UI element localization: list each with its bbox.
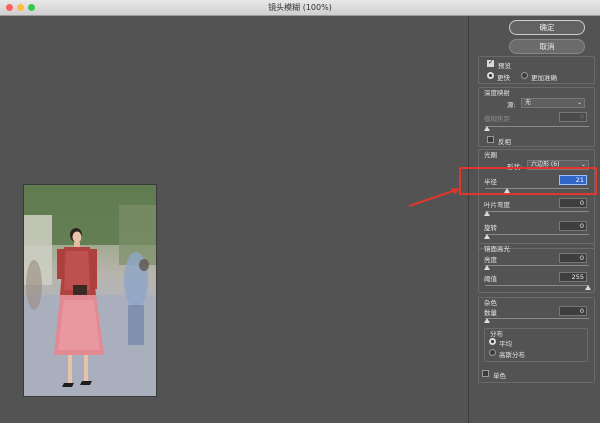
preview-photo-drawing xyxy=(24,185,156,396)
amount-thumb[interactable] xyxy=(484,318,490,323)
rotation-input[interactable]: 0 xyxy=(559,221,587,231)
blade-curvature-input[interactable]: 0 xyxy=(559,198,587,208)
annotation-arrow-icon xyxy=(408,188,460,207)
blur-focal-slider[interactable] xyxy=(485,126,589,127)
radio-faster[interactable] xyxy=(487,72,494,79)
preview-photo[interactable] xyxy=(23,184,157,397)
rotation-slider[interactable] xyxy=(485,234,589,235)
blade-curvature-label: 叶片弯度 xyxy=(484,201,510,209)
preview-label: 预览 xyxy=(498,62,511,70)
brightness-label: 亮度 xyxy=(484,256,497,264)
cancel-button[interactable]: 取消 xyxy=(509,39,585,54)
threshold-input[interactable]: 255 xyxy=(559,272,587,282)
threshold-label: 阈值 xyxy=(484,275,497,283)
monochromatic-checkbox[interactable] xyxy=(482,370,489,377)
radio-faster-label: 更快 xyxy=(497,74,510,82)
threshold-slider[interactable] xyxy=(485,285,589,286)
radio-uniform[interactable] xyxy=(489,338,496,345)
preview-section: 预览 更快 更加准确 xyxy=(478,56,595,84)
blade-curvature-thumb[interactable] xyxy=(484,211,490,216)
amount-label: 数量 xyxy=(484,309,497,317)
brightness-input[interactable]: 0 xyxy=(559,253,587,263)
blur-focal-input[interactable]: 0 xyxy=(559,112,587,122)
threshold-thumb[interactable] xyxy=(585,285,591,290)
distribution-group: 分布 平均 高斯分布 xyxy=(484,328,588,362)
noise-title: 杂色 xyxy=(484,299,497,307)
dropdown-arrow-icon: ⌄ xyxy=(576,99,582,106)
radio-more-accurate-label: 更加准确 xyxy=(531,74,557,82)
radio-gaussian-label: 高斯分布 xyxy=(499,351,525,359)
radio-gaussian[interactable] xyxy=(489,349,496,356)
brightness-thumb[interactable] xyxy=(484,265,490,270)
window-titlebar: 镜头模糊 (100%) xyxy=(0,0,600,16)
preview-checkbox[interactable] xyxy=(487,58,494,67)
amount-slider[interactable] xyxy=(485,318,589,319)
rotation-label: 旋转 xyxy=(484,224,497,232)
blur-focal-thumb[interactable] xyxy=(484,126,490,131)
monochromatic-label: 单色 xyxy=(493,372,506,380)
annotation-highlight-box xyxy=(459,167,597,195)
iris-section: 光圈 形状: 六边形 (6) ⌄ 半径 21 叶片弯度 0 旋转 0 xyxy=(478,149,595,249)
preview-canvas[interactable] xyxy=(0,16,468,423)
blade-curvature-slider[interactable] xyxy=(485,211,589,212)
blur-focal-label: 模糊焦距 xyxy=(484,115,510,123)
depth-map-title: 深度映射 xyxy=(484,89,510,97)
ok-button[interactable]: 确定 xyxy=(509,20,585,35)
radio-uniform-label: 平均 xyxy=(499,340,512,348)
invert-label: 反相 xyxy=(498,138,511,146)
noise-section: 杂色 数量 0 分布 平均 高斯分布 单色 xyxy=(478,297,595,383)
invert-checkbox[interactable] xyxy=(487,136,494,143)
brightness-slider[interactable] xyxy=(485,265,589,266)
specular-title: 镜面高光 xyxy=(484,245,510,253)
amount-input[interactable]: 0 xyxy=(559,306,587,316)
specular-section: 镜面高光 亮度 0 阈值 255 xyxy=(478,243,595,293)
radio-more-accurate[interactable] xyxy=(521,72,528,79)
source-label: 源: xyxy=(507,101,516,109)
window-title: 镜头模糊 (100%) xyxy=(268,3,332,12)
distribution-title: 分布 xyxy=(490,330,503,338)
source-value: 无 xyxy=(525,99,532,106)
depth-map-section: 深度映射 源: 无 ⌄ 模糊焦距 0 反相 xyxy=(478,87,595,147)
source-select[interactable]: 无 ⌄ xyxy=(521,98,585,108)
settings-panel: 确定 取消 预览 更快 更加准确 深度映射 源: 无 ⌄ 模糊焦距 0 反相 光… xyxy=(468,16,600,423)
rotation-thumb[interactable] xyxy=(484,234,490,239)
iris-title: 光圈 xyxy=(484,151,497,159)
